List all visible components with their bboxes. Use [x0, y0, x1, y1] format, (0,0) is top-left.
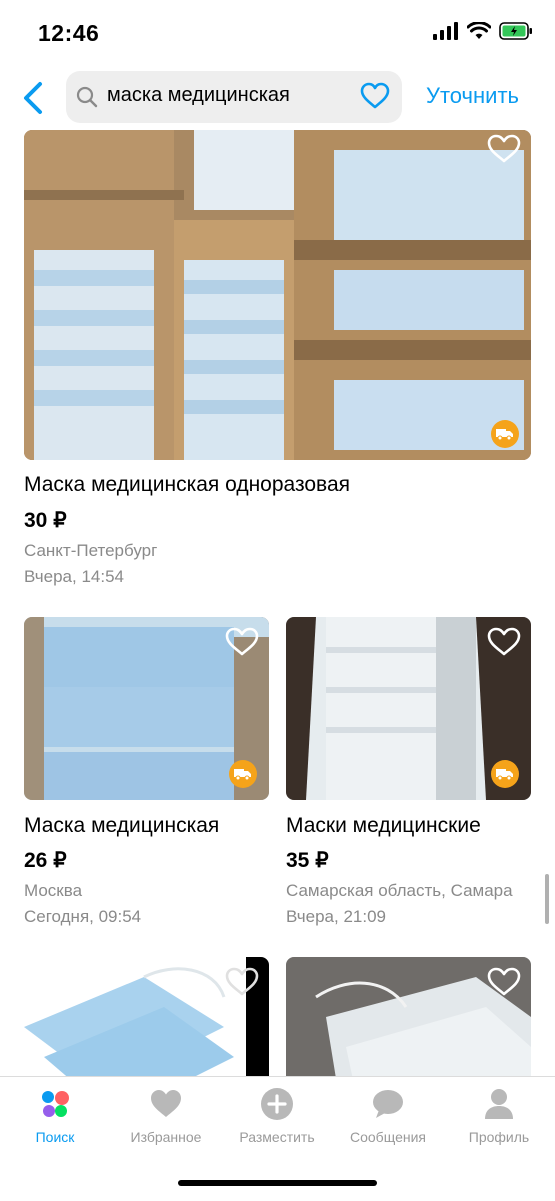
tab-post[interactable]: Разместить — [222, 1087, 332, 1145]
refine-button[interactable]: Уточнить — [426, 83, 519, 109]
wifi-icon — [467, 22, 491, 39]
tab-label: Профиль — [468, 1129, 530, 1145]
listing-location: Самарская область, Самара — [286, 881, 513, 900]
listing-photo[interactable] — [286, 957, 531, 1076]
delivery-truck-icon — [229, 760, 257, 788]
search-dots-icon — [42, 1091, 69, 1117]
listing-date: Сегодня, 09:54 — [24, 907, 142, 926]
listing-photo[interactable] — [24, 130, 531, 460]
listing-date: Вчера, 14:54 — [24, 567, 124, 586]
tab-label: Сообщения — [350, 1129, 426, 1145]
listing-price: 35 ₽ — [286, 849, 329, 872]
listing-photo[interactable] — [24, 957, 269, 1076]
delivery-truck-icon — [491, 760, 519, 788]
status-time: 12:46 — [38, 20, 100, 46]
listing-photo[interactable] — [286, 617, 531, 800]
favorite-heart-icon[interactable] — [225, 967, 259, 997]
battery-icon — [499, 22, 532, 40]
status-bar: 12:46 — [0, 0, 555, 66]
tab-label: Поиск — [35, 1129, 75, 1145]
listing-price: 26 ₽ — [24, 849, 67, 872]
listing-title[interactable]: Маски медицинские — [286, 814, 481, 838]
home-indicator[interactable] — [178, 1180, 377, 1186]
tab-messages[interactable]: Сообщения — [333, 1087, 443, 1145]
favorite-heart-icon[interactable] — [487, 134, 521, 164]
listing-location: Санкт-Петербург — [24, 541, 158, 560]
search-header: маска медицинская Уточнить — [0, 68, 555, 128]
listing-price: 30 ₽ — [24, 509, 67, 532]
listing-photo[interactable] — [24, 617, 269, 800]
search-query: маска медицинская — [107, 84, 290, 106]
save-search-heart-icon[interactable] — [360, 82, 390, 110]
person-icon — [485, 1089, 513, 1119]
delivery-truck-icon — [491, 420, 519, 448]
listing-date: Вчера, 21:09 — [286, 907, 386, 926]
favorite-heart-icon[interactable] — [487, 627, 521, 657]
listing-location: Москва — [24, 881, 83, 900]
listing-title[interactable]: Маска медицинская одноразовая — [24, 473, 350, 497]
listings-feed: Маска медицинская одноразовая 30 ₽ Санкт… — [0, 130, 555, 1076]
favorite-heart-icon[interactable] — [225, 627, 259, 657]
signal-icon — [433, 22, 458, 40]
tab-label: Избранное — [130, 1129, 202, 1145]
listing-title[interactable]: Маска медицинская — [24, 814, 219, 838]
plus-circle-icon — [261, 1088, 293, 1120]
back-chevron-icon[interactable] — [18, 80, 50, 116]
favorite-heart-icon[interactable] — [487, 967, 521, 997]
tab-search[interactable]: Поиск — [0, 1087, 110, 1145]
tab-favorites[interactable]: Избранное — [111, 1087, 221, 1145]
search-input[interactable]: маска медицинская — [66, 71, 402, 123]
chat-bubble-icon — [373, 1090, 403, 1118]
tab-profile[interactable]: Профиль — [444, 1087, 554, 1145]
status-icons — [433, 22, 533, 40]
tab-label: Разместить — [239, 1129, 315, 1145]
heart-icon — [151, 1090, 181, 1117]
scroll-indicator[interactable] — [545, 874, 549, 924]
search-icon — [76, 86, 98, 108]
